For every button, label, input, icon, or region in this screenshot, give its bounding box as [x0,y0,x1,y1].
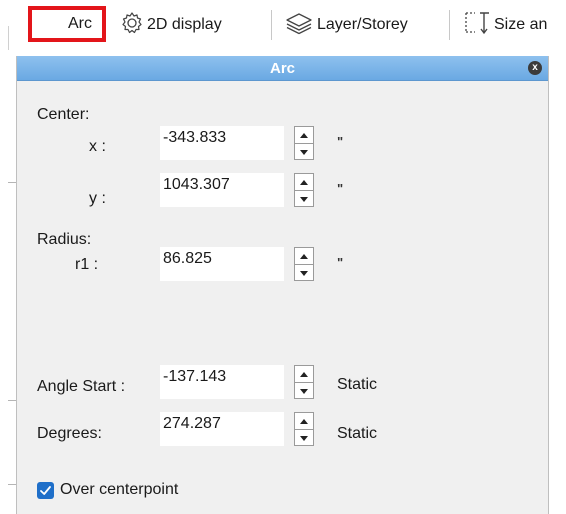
ruler-tick [8,484,16,485]
degrees-spinner[interactable] [294,412,314,446]
spin-down-icon[interactable] [295,383,313,399]
radius-label: Radius: [37,231,92,248]
y-coordinate-input[interactable] [160,173,284,207]
toolbar-separator [271,10,272,40]
checkmark-icon [40,486,51,495]
display-2d-button[interactable]: 2D display [120,8,222,42]
toolbar: Arc 2D display Layer/Storey Size an [0,0,566,54]
display-2d-label: 2D display [147,16,222,33]
size-icon [463,10,491,41]
angle-start-mode: Static [337,376,378,393]
layer-storey-button[interactable]: Layer/Storey [284,8,408,42]
toolbar-separator [449,10,450,40]
gear-icon [120,11,144,40]
ruler-tick [8,400,16,401]
dialog-title: Arc [269,59,295,77]
degrees-input[interactable] [160,412,284,446]
layers-icon [284,11,314,40]
r1-spinner[interactable] [294,247,314,281]
x-coordinate-input[interactable] [160,126,284,160]
size-label: Size an [494,16,548,33]
x-spinner[interactable] [294,126,314,160]
angle-start-input[interactable] [160,365,284,399]
r1-label: r1 : [75,256,99,273]
y-label: y : [89,190,106,207]
spin-down-icon[interactable] [295,430,313,446]
radius-r1-input[interactable] [160,247,284,281]
size-button[interactable]: Size an [463,8,547,42]
spin-up-icon[interactable] [295,174,313,191]
center-label: Center: [37,106,90,123]
toolbar-edge [8,26,9,50]
y-spinner[interactable] [294,173,314,207]
arc-tool-button[interactable]: Arc [28,6,106,42]
spin-up-icon[interactable] [295,248,313,265]
spin-up-icon[interactable] [295,127,313,144]
spin-up-icon[interactable] [295,413,313,430]
dialog-titlebar[interactable]: Arc x [17,56,548,81]
over-centerpoint-checkbox[interactable] [37,482,54,499]
arc-tool-label: Arc [68,15,92,32]
x-label: x : [89,138,106,155]
x-unit: " [337,134,344,149]
arc-properties-dialog: Arc x Center: x : " y : " Radius: r1 : "… [16,56,549,514]
spin-down-icon[interactable] [295,265,313,281]
degrees-label: Degrees: [37,425,102,442]
close-icon[interactable]: x [528,61,542,75]
ruler-tick [8,182,16,183]
layer-storey-label: Layer/Storey [317,16,408,33]
angle-start-spinner[interactable] [294,365,314,399]
over-centerpoint-label[interactable]: Over centerpoint [60,481,178,499]
degrees-mode: Static [337,425,378,442]
spin-up-icon[interactable] [295,366,313,383]
y-unit: " [337,181,344,196]
r1-unit: " [337,255,344,270]
spin-down-icon[interactable] [295,191,313,207]
spin-down-icon[interactable] [295,144,313,160]
angle-start-label: Angle Start : [37,378,126,395]
